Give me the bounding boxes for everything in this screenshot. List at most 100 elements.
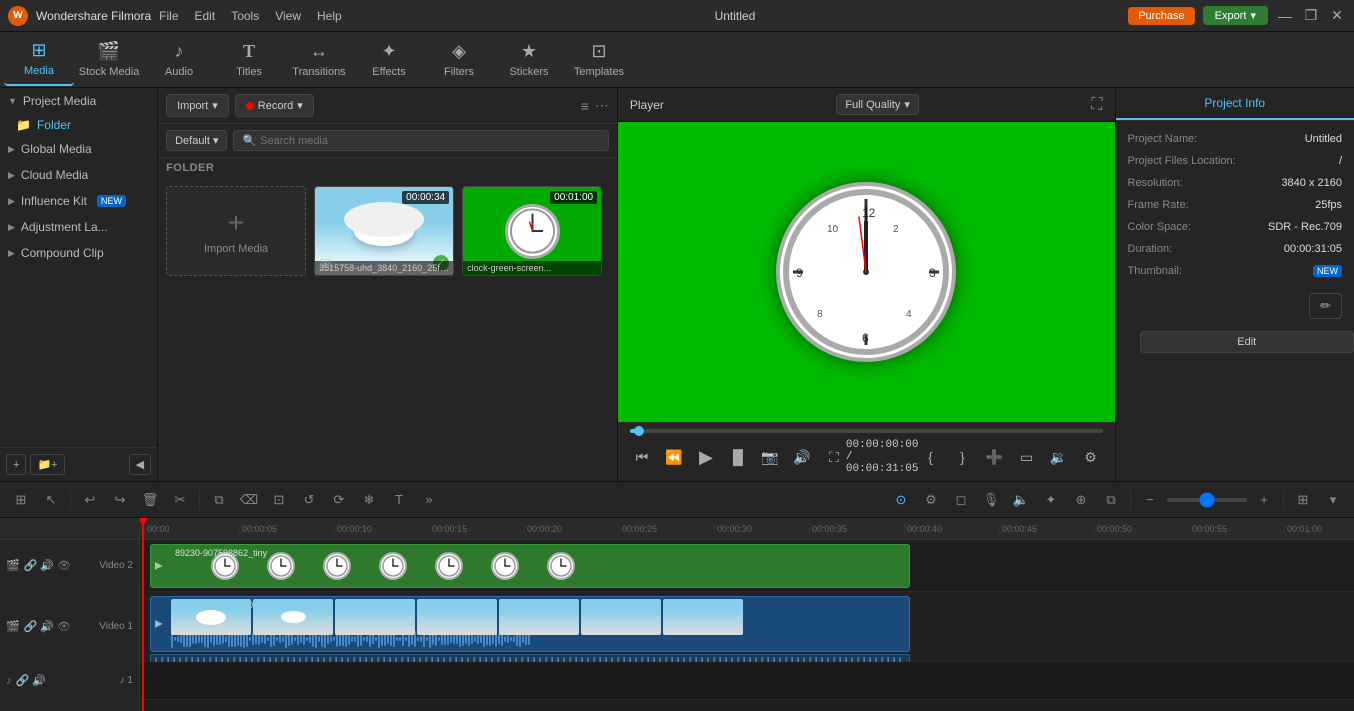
export-button[interactable]: Export ▾ xyxy=(1203,6,1268,25)
zoom-slider[interactable] xyxy=(1167,498,1247,502)
edit-button[interactable]: Edit xyxy=(1140,331,1354,353)
sidebar-item-cloud-media[interactable]: ▶ Cloud Media xyxy=(0,162,157,188)
add-folder-button[interactable]: 📁+ xyxy=(30,454,64,475)
grid-view-button[interactable]: ⊞ xyxy=(1290,487,1316,513)
audio1-speaker-icon[interactable]: 🔊 xyxy=(32,674,46,687)
purchase-button[interactable]: Purchase xyxy=(1128,7,1194,25)
import-button[interactable]: Import ▾ xyxy=(166,94,229,117)
video1-link-icon[interactable]: 🔗 xyxy=(24,620,38,633)
video1-eye-icon[interactable]: 👁 xyxy=(57,620,71,633)
freeze-button[interactable]: ❄ xyxy=(356,487,382,513)
sidebar-item-compound-clip[interactable]: ▶ Compound Clip xyxy=(0,240,157,266)
copy-button[interactable]: ⧉ xyxy=(206,487,232,513)
more-options-button[interactable]: ⋯ xyxy=(595,97,609,114)
add-media-button[interactable]: + xyxy=(6,454,26,475)
ripple-delete-button[interactable]: ⌫ xyxy=(236,487,262,513)
play-button[interactable]: ▶ xyxy=(694,445,718,469)
split-view-button[interactable]: ⊞ xyxy=(8,487,34,513)
crop-button[interactable]: ⊡ xyxy=(266,487,292,513)
tab-project-info[interactable]: Project Info xyxy=(1116,88,1354,120)
cloud-thumb-duration: 00:00:34 xyxy=(402,191,449,204)
progress-bar[interactable] xyxy=(630,429,1103,433)
color-adjust-button[interactable]: ⚙ xyxy=(918,487,944,513)
cinema-mode-button[interactable]: ▭ xyxy=(1015,445,1039,469)
search-input[interactable] xyxy=(260,135,600,147)
grid-chevron[interactable]: ▾ xyxy=(1320,487,1346,513)
pip-button[interactable]: ⧉ xyxy=(1098,487,1124,513)
record-button[interactable]: Record ▾ xyxy=(235,94,314,117)
menu-file[interactable]: File xyxy=(159,9,178,23)
pause-button[interactable]: ▐▌ xyxy=(726,445,750,469)
progress-handle[interactable] xyxy=(634,426,644,436)
delete-button[interactable]: 🗑 xyxy=(137,487,163,513)
svg-text:6: 6 xyxy=(862,331,869,345)
zoom-out-button[interactable]: − xyxy=(1137,487,1163,513)
sidebar-item-project-media[interactable]: ▼ Project Media xyxy=(0,88,157,114)
track-row-video1: ▶ 3515758-uhd_3840_2160_25fps xyxy=(140,592,1354,662)
text-button[interactable]: T xyxy=(386,487,412,513)
toolbar-effects[interactable]: ✦ Effects xyxy=(354,34,424,86)
zoom-in-button[interactable]: + xyxy=(1251,487,1277,513)
motion-track-button[interactable]: ⊕ xyxy=(1068,487,1094,513)
filter-button[interactable]: ≡ xyxy=(581,98,589,114)
import-media-thumb[interactable]: + Import Media xyxy=(166,186,306,276)
toolbar-stickers[interactable]: ★ Stickers xyxy=(494,34,564,86)
step-back-button[interactable]: ⏪ xyxy=(662,445,686,469)
track-type-button[interactable]: ⊙ xyxy=(888,487,914,513)
volume-button[interactable]: 🔊 xyxy=(790,445,814,469)
snapshot-button[interactable]: 📷 xyxy=(758,445,782,469)
video2-eye-icon[interactable]: 👁 xyxy=(57,559,71,572)
video2-link-icon[interactable]: 🔗 xyxy=(24,559,38,572)
sidebar-item-influence-kit[interactable]: ▶ Influence Kit NEW xyxy=(0,188,157,214)
minimize-button[interactable]: — xyxy=(1276,7,1294,25)
audio-track-button[interactable]: 🔉 xyxy=(1047,445,1071,469)
video1-speaker-icon[interactable]: 🔊 xyxy=(40,620,54,633)
audio-duck-button[interactable]: 🔈 xyxy=(1008,487,1034,513)
mark-in-button[interactable]: { xyxy=(919,445,943,469)
toolbar-stock-media[interactable]: 🎬 Stock Media xyxy=(74,34,144,86)
media-thumb-cloud[interactable]: 00:00:34 ✓ 3515758-uhd_3840_2160_25fps 🖼 xyxy=(314,186,454,276)
menu-tools[interactable]: Tools xyxy=(231,9,259,23)
menu-view[interactable]: View xyxy=(275,9,301,23)
video2-speaker-icon[interactable]: 🔊 xyxy=(40,559,54,572)
toolbar-transitions[interactable]: ↔ Transitions xyxy=(284,34,354,86)
maximize-button[interactable]: ❐ xyxy=(1302,7,1320,25)
info-row-framerate: Frame Rate: 25fps xyxy=(1128,199,1343,211)
sidebar-item-adjustment-layer[interactable]: ▶ Adjustment La... xyxy=(0,214,157,240)
sidebar-item-global-media[interactable]: ▶ Global Media xyxy=(0,136,157,162)
edit-thumbnail-button[interactable]: ✏ xyxy=(1309,293,1342,319)
cut-button[interactable]: ✂ xyxy=(167,487,193,513)
timeline-ruler[interactable]: 00:00 00:00:05 00:00:10 00:00:15 00:00:2… xyxy=(140,518,1354,540)
fullscreen-btn[interactable]: ⛶ xyxy=(822,445,846,469)
undo-button[interactable]: ↩ xyxy=(77,487,103,513)
audio1-link-icon[interactable]: 🔗 xyxy=(16,674,30,687)
menu-help[interactable]: Help xyxy=(317,9,342,23)
video1-clip[interactable]: ▶ 3515758-uhd_3840_2160_25fps xyxy=(150,596,910,652)
close-button[interactable]: ✕ xyxy=(1328,7,1346,25)
speed-button[interactable]: ⟳ xyxy=(326,487,352,513)
toolbar-audio[interactable]: ♪ Audio xyxy=(144,34,214,86)
go-start-button[interactable]: ⏮ xyxy=(630,445,654,469)
mark-out-button[interactable]: } xyxy=(951,445,975,469)
collapse-panel-button[interactable]: ◀ xyxy=(129,454,151,475)
redo-button[interactable]: ↪ xyxy=(107,487,133,513)
toolbar-titles[interactable]: T Titles xyxy=(214,34,284,86)
fullscreen-button[interactable]: ⛶ xyxy=(1091,96,1102,114)
settings-button[interactable]: ⚙ xyxy=(1079,445,1103,469)
mic-button[interactable]: 🎙 xyxy=(978,487,1004,513)
media-thumb-clock[interactable]: 00:01:00 clock-green-screen... xyxy=(462,186,602,276)
quality-select[interactable]: Full Quality ▾ xyxy=(836,94,919,115)
toolbar-templates[interactable]: ⊡ Templates xyxy=(564,34,634,86)
add-to-timeline-button[interactable]: ➕ xyxy=(983,445,1007,469)
menu-edit[interactable]: Edit xyxy=(195,9,216,23)
toolbar-filters[interactable]: ◈ Filters xyxy=(424,34,494,86)
default-view-button[interactable]: Default ▾ xyxy=(166,130,227,151)
sidebar-item-folder[interactable]: 📁 Folder xyxy=(0,114,157,136)
select-tool-button[interactable]: ↖ xyxy=(38,487,64,513)
toolbar-media[interactable]: ⊞ Media xyxy=(4,34,74,86)
more-tl-button[interactable]: » xyxy=(416,487,442,513)
loop-button[interactable]: ↺ xyxy=(296,487,322,513)
video2-clip[interactable]: ▶ 89230-907598862_tiny xyxy=(150,544,910,588)
clip-blend-button[interactable]: ◻ xyxy=(948,487,974,513)
ai-clip-button[interactable]: ✦ xyxy=(1038,487,1064,513)
